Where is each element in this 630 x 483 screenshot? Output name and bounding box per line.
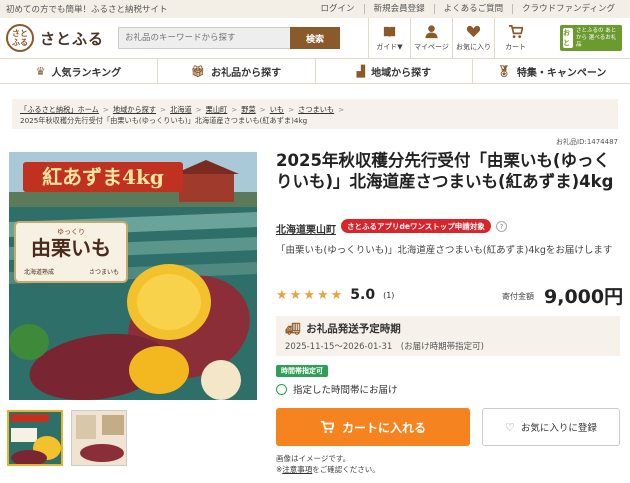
- price-value: 9,000円: [544, 286, 624, 308]
- heart-outline-icon: ♡: [505, 420, 515, 434]
- image-banner-text: 紅あずま4kg: [42, 165, 164, 189]
- breadcrumb-vegetables[interactable]: 野菜: [241, 105, 255, 114]
- main-nav: ♛ 人気ランキング 🎁︎ お礼品から探す ▟ 地域から探す 🏅︎ 特集・キャンペ…: [0, 58, 630, 84]
- thumbnail-1[interactable]: [7, 410, 63, 466]
- user-icon: [425, 25, 438, 39]
- breadcrumb-hokkaido[interactable]: 北海道: [170, 105, 192, 114]
- logo-mark-icon: さと ふる: [6, 24, 34, 52]
- map-icon: ▟: [356, 64, 366, 78]
- nav-gifts-label: お礼品から探す: [211, 67, 282, 79]
- item-id: お礼品ID:1474487: [556, 138, 618, 146]
- time-slot-badge: 時間帯指定可: [276, 365, 328, 377]
- caution-link[interactable]: 注意事項: [282, 465, 312, 474]
- thumbnail-1-image: [9, 412, 61, 464]
- book-icon: [383, 26, 396, 38]
- add-to-cart-label: カートに入れる: [341, 420, 426, 435]
- truck-icon: 🚚︎: [285, 321, 301, 336]
- search-form: 検索: [118, 27, 340, 49]
- image-sub-left: 北海道熟成: [24, 268, 54, 276]
- star-icon: ★: [289, 287, 302, 303]
- shipping-box: 🚚︎ お礼品発送予定時期 2025-11-15～2026-01-31 (お届け時…: [276, 316, 620, 356]
- site-logo[interactable]: さと ふる さとふる: [6, 24, 118, 52]
- search-button[interactable]: 検索: [290, 27, 340, 49]
- breadcrumb-sweet-potato[interactable]: さつまいも: [298, 105, 334, 114]
- thumbnail-2-image: [72, 411, 126, 465]
- satokara-banner[interactable]: おと さとふるの あとから 選べるお礼品: [560, 25, 622, 51]
- time-slot-info: 指定した時間帯にお届け: [276, 382, 398, 396]
- favorites-label: お気に入り: [456, 43, 491, 51]
- nav-ranking-label: 人気ランキング: [51, 67, 122, 79]
- search-input[interactable]: [118, 27, 290, 49]
- thumbnail-2[interactable]: [71, 410, 127, 466]
- shipping-title: お礼品発送予定時期: [306, 323, 401, 335]
- rating-stars[interactable]: ★ ★ ★ ★ ★ 5.0 (1): [276, 287, 394, 303]
- cart-icon: [508, 25, 523, 39]
- nav-ranking[interactable]: ♛ 人気ランキング: [0, 59, 157, 83]
- mypage-label: マイページ: [414, 43, 449, 51]
- add-favorite-label: お気に入りに登録: [520, 423, 597, 434]
- top-bar: 初めての方でも簡単！ふるさと納税サイト ログイン 新規会員登録 よくあるご質問 …: [0, 0, 630, 18]
- medal-icon: 🏅︎: [496, 64, 511, 78]
- favorites-link[interactable]: お気に入り: [452, 18, 494, 58]
- product-title: 2025年秋収穫分先行受付「由栗いも(ゆっくりいも)」北海道産さつまいも(紅あず…: [276, 151, 614, 191]
- login-link[interactable]: ログイン: [312, 4, 364, 14]
- rating-count[interactable]: (1): [383, 291, 394, 300]
- crown-icon: ♛: [35, 64, 46, 78]
- cart-link[interactable]: カート: [494, 18, 536, 58]
- add-to-cart-button[interactable]: カートに入れる: [276, 408, 470, 446]
- breadcrumb-home[interactable]: 「ふるさと納税」ホーム: [20, 105, 99, 114]
- breadcrumb-kuriyama[interactable]: 栗山町: [206, 105, 228, 114]
- mypage-link[interactable]: マイページ: [410, 18, 452, 58]
- tagline: 初めての方でも簡単！ふるさと納税サイト: [6, 5, 168, 15]
- add-favorite-button[interactable]: ♡ お気に入りに登録: [482, 408, 620, 446]
- nav-region-label: 地域から探す: [371, 67, 432, 79]
- star-icon: ★: [316, 287, 329, 303]
- header-icons: ガイド▼ マイページ お気に入り カート: [368, 18, 536, 58]
- shipping-dates: 2025-11-15～2026-01-31 (お届け時期帯指定可): [285, 342, 484, 352]
- faq-link[interactable]: よくあるご質問: [433, 4, 513, 14]
- image-sub-right: さつまいも: [89, 269, 119, 276]
- image-notes: 画像はイメージです。 ※注意事項をご確認ください。: [276, 453, 380, 475]
- top-links: ログイン 新規会員登録 よくあるご質問 クラウドファンディング: [312, 4, 624, 14]
- cart-icon: [320, 420, 334, 434]
- image-label: 由栗いも: [31, 236, 111, 260]
- note-line-1: 画像はイメージです。: [276, 454, 351, 463]
- app-onestop-badge: さとふるアプリdeワンストップ申請対象: [341, 219, 491, 233]
- help-icon[interactable]: ?: [496, 221, 507, 232]
- cart-label: カート: [505, 43, 526, 51]
- star-icon: ★: [330, 287, 343, 303]
- time-slot-text: 指定した時間帯にお届け: [293, 385, 398, 396]
- breadcrumb: 「ふるさと納税」ホーム > 地域から探す > 北海道 > 栗山町 > 野菜 > いも > さつまいも > …: [12, 99, 618, 129]
- star-icon: ★: [276, 287, 288, 303]
- heart-icon: [466, 25, 481, 38]
- nav-region[interactable]: ▟ 地域から探す: [314, 59, 473, 83]
- nav-campaign-label: 特集・キャンペーン: [516, 67, 607, 79]
- guide-menu[interactable]: ガイド▼: [368, 18, 410, 58]
- product-main-image[interactable]: 紅あずま4kg ゆっくり 由栗いも 北海道熟成 さつまいも: [9, 152, 257, 400]
- star-icon: ★: [303, 287, 315, 303]
- sweet-potato-photo: 紅あずま4kg ゆっくり 由栗いも 北海道熟成 さつまいも: [9, 152, 257, 400]
- price-label: 寄付金額: [502, 292, 534, 301]
- breadcrumb-region[interactable]: 地域から探す: [113, 105, 156, 114]
- nav-gifts[interactable]: 🎁︎ お礼品から探す: [156, 59, 315, 83]
- note-suffix: をご確認ください。: [312, 465, 380, 474]
- nav-campaign[interactable]: 🏅︎ 特集・キャンペーン: [472, 59, 630, 83]
- crowdfunding-link[interactable]: クラウドファンディング: [512, 4, 624, 14]
- satokara-text: さとふるの あとから 選べるお礼品: [576, 27, 617, 48]
- satokara-logo-icon: おと: [563, 28, 573, 48]
- register-link[interactable]: 新規会員登録: [363, 4, 434, 14]
- guide-label: ガイド▼: [376, 43, 403, 51]
- site-header: さと ふる さとふる 検索 ガイド▼ マイページ お気に入り カート おと さと…: [0, 18, 630, 58]
- rating-value: 5.0: [350, 287, 376, 303]
- gift-icon: 🎁︎: [191, 64, 206, 78]
- breadcrumb-potato[interactable]: いも: [270, 105, 284, 114]
- breadcrumb-current: 2025年秋収穫分先行受付「由栗いも(ゆっくりいも)」北海道産さつまいも(紅あず…: [20, 116, 308, 125]
- image-label-small: ゆっくり: [57, 228, 85, 236]
- municipality-link[interactable]: 北海道栗山町: [276, 221, 336, 236]
- logo-text: さとふる: [40, 29, 105, 48]
- clock-icon: [276, 383, 287, 395]
- product-description: 「由栗いも(ゆっくりいも)」北海道産さつまいも(紅あずま)4kgをお届けします: [276, 245, 613, 256]
